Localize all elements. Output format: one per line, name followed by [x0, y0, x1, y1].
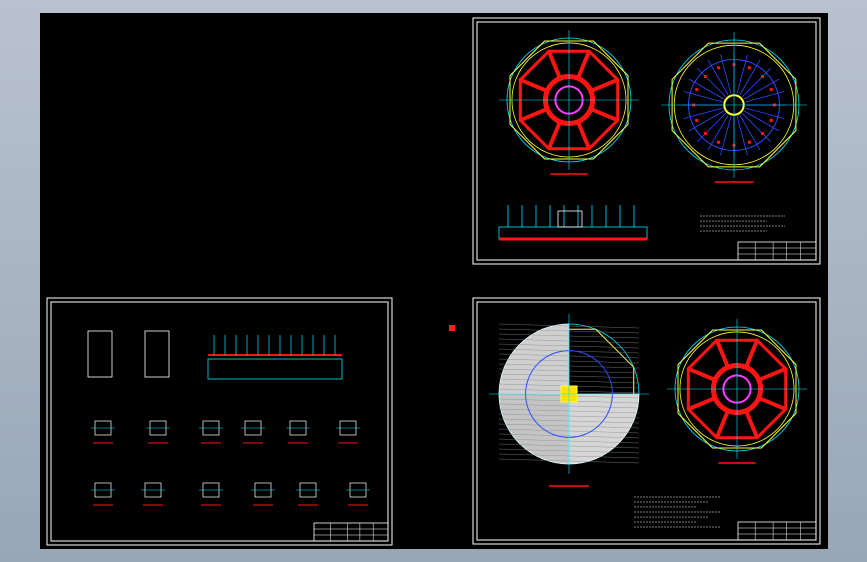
sheet-top-right: [472, 17, 821, 265]
title-block: [737, 521, 817, 541]
radial-beam: [546, 121, 562, 150]
column-marker: [704, 131, 708, 135]
hatched-quarter-bottom-right: [568, 393, 640, 465]
radial-beam: [590, 107, 619, 123]
radial-beam: [519, 77, 548, 93]
radial-beam: [576, 121, 592, 150]
sheet-bottom-right: [472, 297, 821, 545]
column-marker: [717, 66, 721, 70]
radial-beam: [687, 396, 716, 412]
column-marker: [760, 75, 764, 79]
radial-beam: [519, 107, 548, 123]
crosshair-cursor-marker: [449, 325, 455, 331]
radial-beam: [546, 50, 562, 79]
column-marker: [717, 140, 721, 144]
radial-beam: [758, 366, 787, 382]
column-detail-a: [87, 330, 113, 378]
radial-beam: [744, 339, 760, 368]
title-block: [313, 522, 389, 542]
radial-beam: [714, 410, 730, 439]
column-marker: [760, 131, 764, 135]
section-slab: [498, 226, 648, 240]
title-block: [737, 241, 817, 261]
column-marker: [695, 88, 699, 92]
column-marker: [704, 75, 708, 79]
sheet-bottom-left: [46, 297, 393, 546]
column-marker: [769, 118, 773, 122]
long-section: [207, 358, 343, 380]
column-marker: [747, 66, 751, 70]
column-detail-b: [144, 330, 170, 378]
column-marker: [769, 88, 773, 92]
column-marker: [747, 140, 751, 144]
cad-model-space[interactable]: [40, 13, 828, 549]
radial-beam: [714, 339, 730, 368]
radial-beam: [576, 50, 592, 79]
radial-beam: [687, 366, 716, 382]
column-marker: [695, 118, 699, 122]
radial-beam: [744, 410, 760, 439]
radial-beam: [590, 77, 619, 93]
drawing-layer[interactable]: [40, 13, 828, 549]
radial-beam: [758, 396, 787, 412]
section-core: [557, 210, 583, 228]
